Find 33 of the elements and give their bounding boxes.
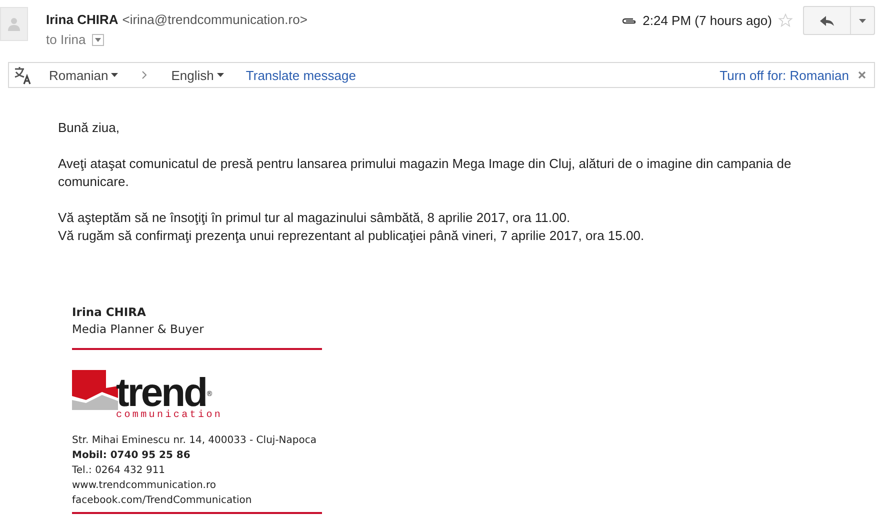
chevron-right-icon [142,71,148,79]
translate-icon [13,65,33,85]
caret-icon [111,73,118,77]
message-paragraph: Aveţi ataşat comunicatul de presă pentru lansarea primului magazin Mega Image din Cluj, alături de o imagine din campania de comunicare. [58,155,792,191]
logo-wordmark: trend [116,376,206,410]
caret-icon [859,18,866,22]
message-paragraph: Bună ziua, [58,119,120,137]
signature-name: Irina CHIRA [72,305,147,319]
translate-link[interactable]: Translate message [246,68,356,82]
message-paragraph: Vă rugăm să confirmaţi prezenţa unui reprezentant al publicaţiei până vineri, 7 aprilie 2017, ora 15.00. [58,227,646,245]
signature-role: Media Planner & Buyer [72,322,205,336]
message-paragraph: Vă aşteptăm să ne însoţiţi în primul tur al magazinului sâmbătă, 8 aprilie 2017, ora 11.00. [58,209,572,227]
signature-line: www.trendcommunication.ro [72,479,217,493]
sender-name: Irina CHIRA [46,12,118,27]
close-icon[interactable] [858,71,866,79]
logo-emblem-icon [72,370,118,410]
signature-line: Mobil: 0740 95 25 86 [72,449,192,463]
person-icon [8,17,20,31]
signature-line: Tel.: 0264 432 911 [72,464,166,478]
turn-off-link[interactable]: Turn off for: Romanian [720,68,849,82]
timestamp: 2:24 PM (7 hours ago) [642,13,772,28]
logo-tagline: communication [116,410,224,421]
star-icon[interactable] [778,13,793,28]
caret-icon [94,38,101,42]
source-language-dropdown[interactable]: Romanian [49,68,118,82]
recipient-label: to Irina [46,32,86,47]
target-language-dropdown[interactable]: English [171,68,224,82]
caret-icon [216,73,224,77]
signature-line: Str. Mihai Eminescu nr. 14, 400033 - Cluj-Napoca [72,434,318,448]
signature-line: facebook.com/TrendCommunication [72,494,253,508]
sender-email: <irina@trendcommunication.ro> [122,12,308,27]
details-dropdown[interactable] [92,34,104,46]
reply-icon [820,16,834,26]
